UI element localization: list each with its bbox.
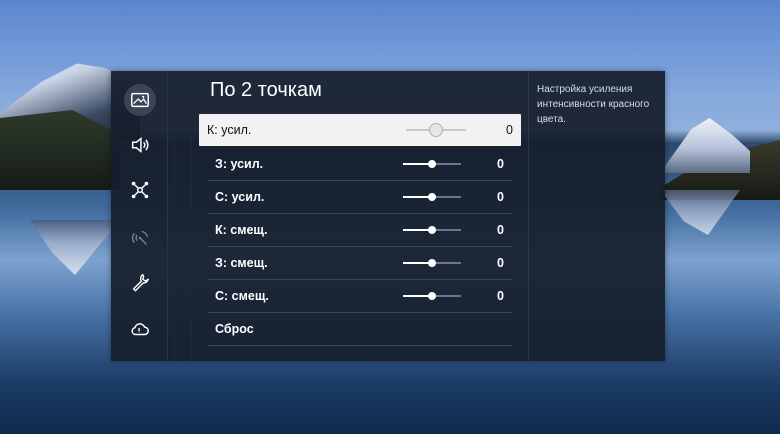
- red-gain-slider[interactable]: [406, 123, 466, 137]
- settings-sidebar: [111, 71, 167, 361]
- sound-icon: [131, 137, 149, 153]
- background-mountain-right: [660, 118, 750, 173]
- settings-panel: По 2 точкам К: усил. 0 З: усил. 0 С: уси…: [111, 71, 665, 361]
- blue-gain-slider[interactable]: [403, 193, 461, 201]
- setting-label: К: смещ.: [215, 223, 268, 237]
- blue-offset-slider[interactable]: [403, 292, 461, 300]
- slider-knob[interactable]: [429, 123, 443, 137]
- slider-knob[interactable]: [428, 226, 436, 234]
- setting-value: 0: [497, 256, 504, 270]
- setting-row-red-gain[interactable]: К: усил. 0: [199, 114, 521, 146]
- sidebar-divider: [167, 71, 168, 361]
- support-cloud-icon: [131, 323, 149, 336]
- green-gain-slider[interactable]: [403, 160, 461, 168]
- setting-value: 0: [497, 223, 504, 237]
- setting-label: Сброс: [215, 322, 254, 336]
- setting-value: 0: [497, 289, 504, 303]
- sidebar-item-support[interactable]: [124, 266, 156, 298]
- setting-value: 0: [497, 190, 504, 204]
- sidebar-item-broadcast[interactable]: [124, 221, 156, 253]
- sidebar-divider-3: [191, 71, 192, 361]
- page-title: По 2 точкам: [210, 79, 322, 101]
- wrench-icon: [132, 273, 149, 292]
- setting-value: 0: [506, 123, 513, 137]
- setting-row-green-offset[interactable]: З: смещ. 0: [208, 247, 512, 280]
- red-offset-slider[interactable]: [403, 226, 461, 234]
- green-offset-slider[interactable]: [403, 259, 461, 267]
- help-text: Настройка усиления интенсивности красног…: [537, 84, 650, 125]
- slider-knob[interactable]: [428, 193, 436, 201]
- sidebar-item-picture[interactable]: [124, 84, 156, 116]
- network-icon: [131, 181, 149, 199]
- setting-row-blue-gain[interactable]: С: усил. 0: [208, 181, 512, 214]
- help-pane: Настройка усиления интенсивности красног…: [528, 71, 666, 361]
- setting-row-blue-offset[interactable]: С: смещ. 0: [208, 280, 512, 313]
- setting-row-green-gain[interactable]: З: усил. 0: [208, 148, 512, 181]
- sidebar-item-network[interactable]: [124, 174, 156, 206]
- setting-label: С: усил.: [215, 190, 265, 204]
- reset-button[interactable]: Сброс: [208, 313, 512, 346]
- slider-knob[interactable]: [428, 259, 436, 267]
- background-reflection-left: [30, 220, 120, 275]
- setting-value: 0: [497, 157, 504, 171]
- background-reflection-right: [660, 190, 740, 235]
- slider-knob[interactable]: [428, 160, 436, 168]
- setting-row-red-offset[interactable]: К: смещ. 0: [208, 214, 512, 247]
- sidebar-divider-2: [174, 71, 175, 361]
- slider-knob[interactable]: [428, 292, 436, 300]
- picture-icon: [131, 92, 149, 108]
- sidebar-item-cloud[interactable]: [124, 313, 156, 345]
- setting-label: К: усил.: [207, 123, 252, 137]
- setting-label: С: смещ.: [215, 289, 269, 303]
- setting-label: З: усил.: [215, 157, 264, 171]
- broadcast-icon: [131, 230, 149, 245]
- setting-label: З: смещ.: [215, 256, 268, 270]
- sidebar-item-sound[interactable]: [124, 129, 156, 161]
